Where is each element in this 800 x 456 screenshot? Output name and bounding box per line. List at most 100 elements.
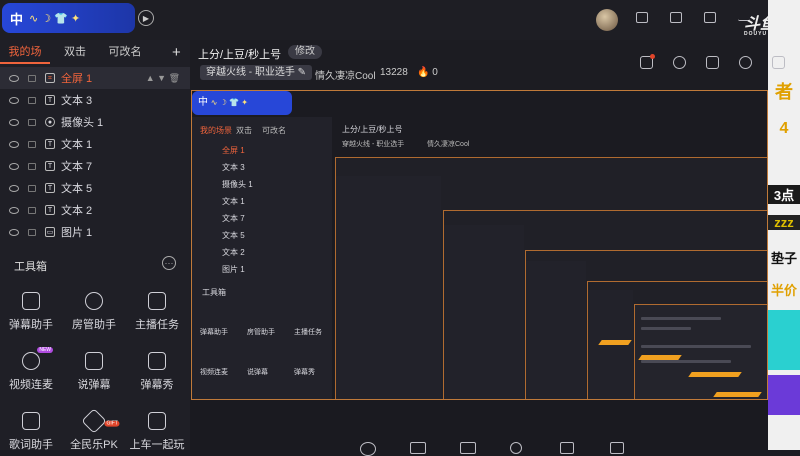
lock-icon[interactable] [28, 206, 36, 214]
preview-tool: 弹幕助手 [200, 329, 228, 336]
bell-icon[interactable] [739, 56, 752, 69]
speaker-icon[interactable] [560, 442, 574, 454]
preview-tab: 可改名 [262, 126, 286, 135]
tool-say-danmu[interactable]: 说弹幕 [63, 352, 125, 392]
preview-layer: 文本 1 [222, 197, 245, 206]
lock-icon[interactable] [28, 96, 36, 104]
task-icon [148, 292, 166, 310]
eye-icon[interactable] [9, 74, 19, 82]
header-icons [640, 54, 785, 69]
preview-canvas[interactable]: 中 ∿ ☽ 👕 ✦ 我的场景 双击 可改名 全屏 1 文本 3 摄像头 1 文本… [191, 90, 768, 400]
lock-icon[interactable] [28, 162, 36, 170]
layer-name: 图片 1 [61, 227, 93, 239]
eye-icon[interactable] [9, 206, 19, 214]
ime-glyphs[interactable]: ∿ ☽ 👕 ✦ [29, 12, 80, 25]
tool-label: 视频连麦 [9, 379, 53, 391]
tool-pk[interactable]: GIFT 全民乐PK [63, 408, 125, 452]
layer-name: 文本 7 [61, 161, 93, 173]
eye-icon[interactable] [9, 96, 19, 104]
tool-room-admin[interactable]: 房管助手 [63, 292, 125, 332]
preview-ime-glyphs: ∿ ☽ 👕 ✦ [210, 98, 248, 107]
preview-ime: 中 ∿ ☽ 👕 ✦ [192, 91, 292, 115]
tool-carpool[interactable]: 上车一起玩 [126, 412, 188, 452]
nested-preview-1 [335, 157, 767, 399]
tool-label: 主播任务 [135, 319, 179, 331]
lock-icon[interactable] [28, 118, 36, 126]
tool-danmu-show[interactable]: 弹幕秀 [126, 352, 188, 392]
eye-icon[interactable] [9, 184, 19, 192]
tool-video-link[interactable]: NEW 视频连麦 [0, 347, 62, 392]
layer-item[interactable]: T 文本 1 [0, 133, 190, 155]
eye-icon[interactable] [9, 228, 19, 236]
deco-stripe [598, 340, 632, 345]
text-icon: T [45, 205, 55, 215]
layer-item[interactable]: T 文本 5 [0, 177, 190, 199]
skin-icon[interactable] [670, 12, 682, 23]
tool-tasks[interactable]: 主播任务 [126, 292, 188, 332]
eye-icon[interactable] [9, 118, 19, 126]
tool-label: 歌词助手 [9, 439, 53, 451]
lock-icon[interactable] [28, 140, 36, 148]
nested-sidebar [526, 261, 586, 399]
layer-item[interactable]: T 文本 7 [0, 155, 190, 177]
scene-tabs: 我的场景 双击 可改名 [0, 40, 150, 82]
tv-icon [148, 352, 166, 370]
record-icon[interactable] [360, 442, 376, 456]
layer-item[interactable]: T 文本 2 [0, 199, 190, 221]
tab-my-scene[interactable]: 我的场景 [0, 40, 50, 82]
window-controls [636, 12, 750, 23]
text-icon: T [45, 161, 55, 171]
shirt-icon[interactable] [704, 12, 716, 23]
add-scene-button[interactable]: + [172, 44, 181, 61]
eye-icon[interactable] [9, 140, 19, 148]
tool-label: 上车一起玩 [129, 439, 185, 451]
deco-stripe [688, 372, 742, 377]
ime-toolbar[interactable]: 中 ∿ ☽ 👕 ✦ [2, 3, 135, 33]
chat-icon [85, 352, 103, 370]
ime-next-icon[interactable]: ▶ [138, 10, 154, 26]
lock-icon[interactable] [28, 74, 36, 82]
tab-double-click[interactable]: 双击 [50, 40, 100, 64]
more-icon[interactable]: ··· [162, 256, 176, 270]
layer-item[interactable]: ⌗ 全屏 1 ▲ ▼ 🗑 [0, 67, 190, 89]
layer-name: 文本 1 [61, 139, 93, 151]
tool-label: 弹幕秀 [140, 379, 174, 391]
box-icon[interactable] [706, 56, 719, 69]
lock-icon[interactable] [28, 228, 36, 236]
mic-icon[interactable] [510, 442, 522, 454]
preview-layer: 全屏 1 [222, 146, 245, 155]
settings-icon[interactable] [610, 442, 624, 454]
screen-icon[interactable] [410, 442, 426, 454]
edit-title-button[interactable]: 修改 [288, 45, 322, 59]
layer-controls[interactable]: ▲ ▼ 🗑 [146, 73, 180, 84]
deco-stripe [638, 355, 682, 360]
nested-line [641, 360, 731, 363]
tool-lyrics[interactable]: 歌词助手 [0, 412, 62, 452]
tool-label: 房管助手 [72, 319, 116, 331]
avatar[interactable] [596, 9, 618, 31]
text-icon: T [45, 139, 55, 149]
layer-item[interactable]: ● 摄像头 1 [0, 111, 190, 133]
lock-icon[interactable] [28, 184, 36, 192]
eye-icon[interactable] [9, 162, 19, 170]
gift-icon[interactable] [640, 54, 655, 69]
image-icon[interactable] [460, 442, 476, 454]
fire-icon: 🔥 [417, 67, 430, 78]
hot-value: 0 [432, 67, 438, 78]
layer-item[interactable]: T 文本 3 [0, 89, 190, 111]
layer-name: 摄像头 1 [61, 117, 104, 129]
layer-name: 文本 3 [61, 95, 93, 107]
layer-item[interactable]: ▭ 图片 1 [0, 221, 190, 243]
ime-lang-label[interactable]: 中 [10, 9, 23, 28]
share-icon[interactable] [772, 56, 785, 69]
tool-danmu-helper[interactable]: 弹幕助手 [0, 292, 62, 332]
tab-rename[interactable]: 可改名 [100, 40, 150, 64]
lock-icon[interactable] [673, 56, 686, 69]
category-badge[interactable]: 穿越火线 - 职业选手 ✎ [200, 65, 313, 80]
preview-tool: 视频连麦 [200, 369, 228, 376]
message-icon[interactable] [636, 12, 648, 23]
strip-text-4: zzz [768, 215, 800, 230]
danmu-icon [22, 292, 40, 310]
car-icon [148, 412, 166, 430]
nested-preview-3 [525, 250, 767, 399]
